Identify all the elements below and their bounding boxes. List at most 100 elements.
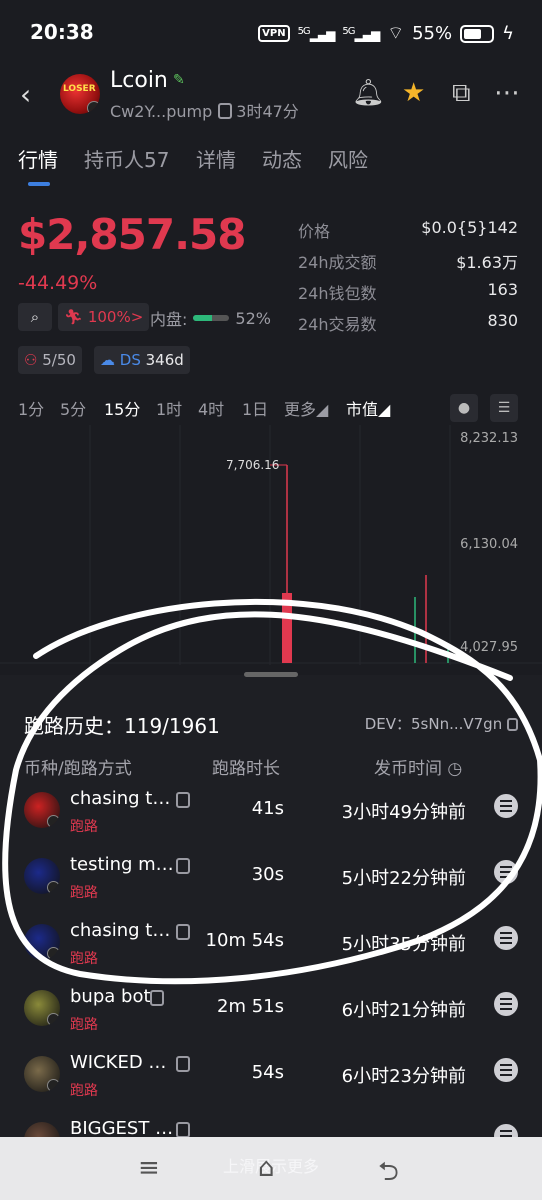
y-label-low: 4,027.95 xyxy=(460,640,518,655)
star-icon[interactable]: ★ xyxy=(402,78,425,108)
solana-icon xyxy=(47,1013,60,1026)
menu-circle-icon[interactable] xyxy=(494,992,518,1016)
chart-settings-icon[interactable]: ☰ xyxy=(490,394,518,422)
stats-panel: 价格 $0.0{5}142 24h成交额 $1.63万 24h钱包数 163 24h交… xyxy=(298,218,518,342)
runner-chip[interactable]: 🏃︎ 100%> xyxy=(58,303,150,331)
tf-4h[interactable]: 4时 xyxy=(198,396,224,420)
menu-circle-icon[interactable] xyxy=(494,1058,518,1082)
copy-icon[interactable] xyxy=(507,718,518,731)
y-label-top: 8,232.13 xyxy=(460,431,518,446)
copy-icon[interactable] xyxy=(176,792,190,808)
rug-method-tag: 跑路 xyxy=(70,1083,98,1099)
copy-icon[interactable] xyxy=(176,858,190,874)
bell-icon[interactable]: 🔔︎ xyxy=(352,78,385,108)
rug-duration: 54s xyxy=(251,1062,284,1083)
ds-logo-icon: ☁ xyxy=(100,351,115,369)
token-logo: LOSER xyxy=(60,74,100,114)
rug-launch-time: 3小时49分钟前 xyxy=(341,802,466,823)
rug-row[interactable]: bupa bot 跑路 2m 51s 6小时21分钟前 xyxy=(0,974,542,1040)
copy-icon[interactable] xyxy=(176,1056,190,1072)
copy-icon[interactable] xyxy=(176,924,190,940)
rug-method-tag: 跑路 xyxy=(70,885,98,901)
share-icon[interactable]: ⧉ xyxy=(452,78,471,109)
rug-row[interactable]: chasing t… 跑路 41s 3小时49分钟前 xyxy=(0,776,542,842)
search-button[interactable]: ⌕ xyxy=(18,303,52,331)
runner-icon: 🏃︎ xyxy=(64,308,84,326)
tf-1d[interactable]: 1日 xyxy=(242,396,268,420)
inner-market: 内盘: 52% xyxy=(150,308,271,330)
rug-token-name: chasing t… xyxy=(70,920,171,941)
token-address-line: Cw2Y...pump 3时47分 xyxy=(110,98,299,122)
clock: 20:38 xyxy=(30,20,94,44)
peak-label: 7,706.16 xyxy=(226,458,280,472)
tab-activity[interactable]: 动态 xyxy=(262,144,302,173)
wifi-icon: ⌔ xyxy=(387,23,405,44)
rug-row[interactable]: testing m… 跑路 30s 5小时22分钟前 xyxy=(0,842,542,908)
menu-circle-icon[interactable] xyxy=(494,860,518,884)
tf-market-cap[interactable]: 市值◢ xyxy=(346,396,390,420)
candle-spike-body xyxy=(282,593,292,663)
tab-risk[interactable]: 风险 xyxy=(328,144,368,173)
holders-chip[interactable]: ⚇ 5/50 xyxy=(18,346,82,374)
rug-token-name: WICKED … xyxy=(70,1052,167,1073)
rug-method-tag: 跑路 xyxy=(70,819,98,835)
token-age: 3时47分 xyxy=(236,102,299,121)
rug-token-name: BIGGEST … xyxy=(70,1118,174,1139)
token-avatar xyxy=(24,792,60,828)
menu-circle-icon[interactable] xyxy=(494,794,518,818)
rug-token-name: chasing t… xyxy=(70,788,171,809)
vpn-badge: VPN xyxy=(258,25,290,42)
tab-indicator xyxy=(28,182,50,186)
copy-icon[interactable] xyxy=(150,990,164,1006)
tab-market[interactable]: 行情 xyxy=(18,144,58,173)
tf-more[interactable]: 更多◢ xyxy=(284,396,328,420)
sheet-drag-handle[interactable] xyxy=(244,672,298,677)
indicator-icon[interactable]: ● xyxy=(450,394,478,422)
rug-method-tag: 跑路 xyxy=(70,951,98,967)
token-avatar xyxy=(24,990,60,1026)
token-avatar xyxy=(24,924,60,960)
edit-icon[interactable]: ✎ xyxy=(173,72,185,88)
solana-icon xyxy=(47,947,60,960)
inner-progress-bar xyxy=(193,315,230,321)
rug-method-tag: 跑路 xyxy=(70,1017,98,1033)
token-header: ‹ LOSER Lcoin ✎ Cw2Y...pump 3时47分 🔔︎ ★ ⧉ … xyxy=(0,64,542,124)
status-bar: 20:38 VPN 5G▂▄▆ 5G▂▄▆ ⌔ 55% ϟ xyxy=(0,0,542,64)
stat-trades: 24h交易数 830 xyxy=(298,311,518,334)
person-icon: ⚇ xyxy=(24,351,38,369)
copy-icon[interactable] xyxy=(218,103,233,119)
token-title: Lcoin xyxy=(110,68,168,93)
price-change: -44.49% xyxy=(18,272,98,294)
rug-row[interactable]: chasing t… 跑路 10m 54s 5小时35分钟前 xyxy=(0,908,542,974)
menu-circle-icon[interactable] xyxy=(494,926,518,950)
market-cap-price: $2,857.58 xyxy=(18,210,246,259)
dev-address[interactable]: DEV：5sNn...V7gn xyxy=(365,713,518,734)
rug-launch-time: 5小时35分钟前 xyxy=(341,934,466,955)
more-icon[interactable]: ⋯ xyxy=(494,78,520,108)
ds-chip[interactable]: ☁ DS 346d xyxy=(94,346,190,374)
back-arrow-icon[interactable]: ‹ xyxy=(20,78,42,111)
home-icon[interactable]: ⌂ xyxy=(258,1153,275,1183)
signal-icon-2: 5G▂▄▆ xyxy=(342,25,380,42)
rug-duration: 30s xyxy=(251,864,284,885)
rug-launch-time: 6小时23分钟前 xyxy=(341,1066,466,1087)
y-label-mid: 6,130.04 xyxy=(460,537,518,552)
tf-1h[interactable]: 1时 xyxy=(156,396,182,420)
token-address: Cw2Y...pump xyxy=(110,102,213,121)
charging-icon: ϟ xyxy=(502,23,514,44)
rug-launch-time: 5小时22分钟前 xyxy=(341,868,466,889)
token-avatar xyxy=(24,1056,60,1092)
search-icon: ⌕ xyxy=(30,308,40,326)
rug-row[interactable]: WICKED … 跑路 54s 6小时23分钟前 xyxy=(0,1040,542,1106)
tab-details[interactable]: 详情 xyxy=(196,144,236,173)
menu-icon[interactable]: ≡ xyxy=(138,1153,160,1183)
system-nav-bar: 上滑展示更多 ≡ ⌂ ⮌ xyxy=(0,1137,542,1200)
tf-1m[interactable]: 1分 xyxy=(18,396,44,420)
tf-15m[interactable]: 15分 xyxy=(104,396,140,420)
signal-icon: 5G▂▄▆ xyxy=(297,25,336,42)
battery-icon xyxy=(460,24,495,43)
tf-5m[interactable]: 5分 xyxy=(60,396,86,420)
back-icon[interactable]: ⮌ xyxy=(378,1153,399,1197)
copy-icon[interactable] xyxy=(176,1122,190,1138)
tab-holders[interactable]: 持币人57 xyxy=(84,144,169,173)
